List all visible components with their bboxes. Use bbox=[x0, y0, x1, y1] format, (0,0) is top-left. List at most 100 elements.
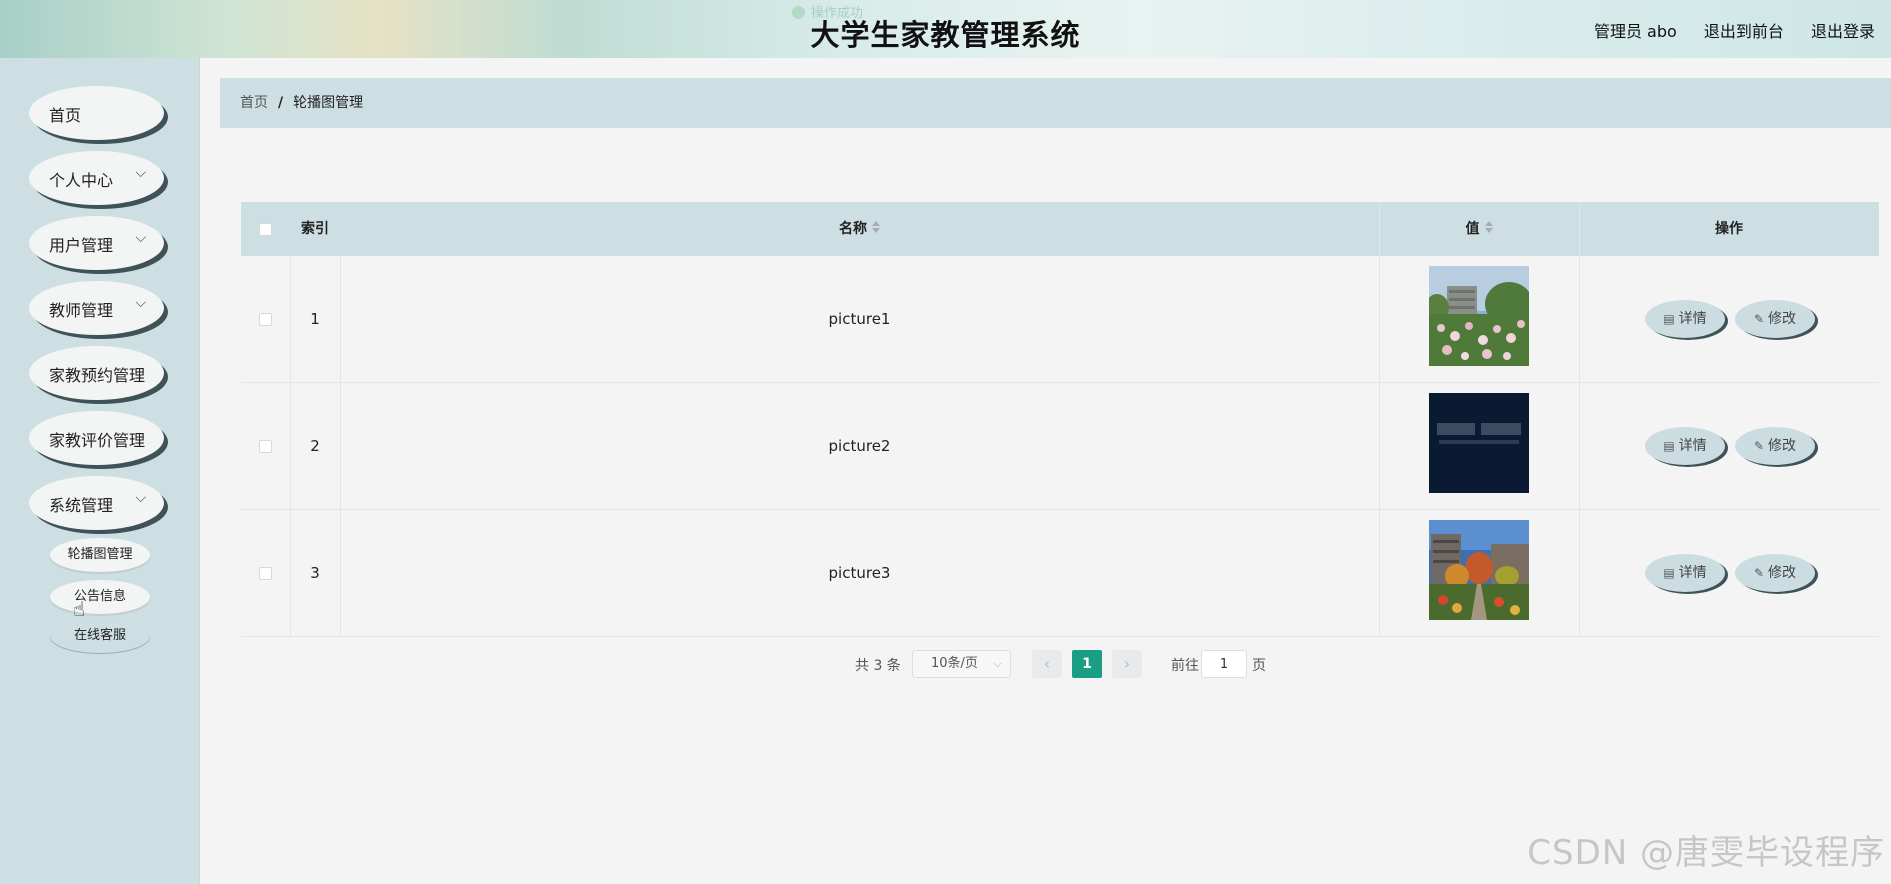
row-actions: ▤ 详情 ✎ 修改 bbox=[1579, 383, 1879, 510]
chevron-down-icon: ⌵ bbox=[135, 165, 146, 181]
row-actions: ▤ 详情 ✎ 修改 bbox=[1579, 510, 1879, 637]
header-value[interactable]: 值 bbox=[1379, 202, 1579, 256]
breadcrumb-current: 轮播图管理 bbox=[293, 95, 364, 111]
breadcrumb-separator: / bbox=[278, 95, 284, 111]
pencil-icon: ✎ bbox=[1753, 312, 1765, 326]
chevron-down-icon: ⌵ bbox=[135, 490, 146, 506]
detail-button[interactable]: ▤ 详情 bbox=[1645, 300, 1725, 338]
row-name: picture3 bbox=[828, 564, 891, 582]
sidebar-item-home[interactable]: 首页 bbox=[29, 86, 164, 140]
sidebar-subitem-carousel[interactable]: 轮播图管理 bbox=[50, 538, 150, 572]
sidebar-item-tutoring-review[interactable]: 家教评价管理 bbox=[29, 411, 164, 465]
row-actions: ▤ 详情 ✎ 修改 bbox=[1579, 256, 1879, 383]
next-page-button[interactable]: › bbox=[1112, 650, 1142, 678]
edit-button-label: 修改 bbox=[1768, 565, 1797, 581]
watermark: CSDN @唐雯毕设程序 bbox=[1527, 833, 1885, 873]
pencil-icon: ✎ bbox=[1753, 439, 1765, 453]
row-value bbox=[1379, 510, 1579, 637]
document-icon: ▤ bbox=[1663, 439, 1675, 453]
table-row: 1 picture1 ▤ 详情 ✎ 修改 bbox=[241, 256, 1879, 383]
header-select-all bbox=[241, 202, 290, 256]
sidebar: 首页 个人中心 ⌵ 用户管理 ⌵ 教师管理 ⌵ 家教预约管理 家教评价管理 系统… bbox=[0, 58, 200, 884]
page-size-select[interactable]: 10条/页 ⌵ bbox=[912, 650, 1011, 678]
sort-icon[interactable] bbox=[1484, 221, 1493, 233]
row-select bbox=[241, 510, 290, 637]
sidebar-subitem-online-service[interactable]: 在线客服 bbox=[50, 619, 150, 653]
detail-button-label: 详情 bbox=[1678, 311, 1707, 327]
row-checkbox[interactable] bbox=[259, 440, 272, 453]
sidebar-item-label: 家教预约管理 bbox=[49, 366, 146, 385]
dark-banner-image bbox=[1429, 393, 1529, 493]
current-user: 管理员 abo bbox=[1593, 22, 1677, 41]
sidebar-item-label: 个人中心 bbox=[49, 171, 114, 190]
sidebar-item-label: 首页 bbox=[49, 106, 82, 125]
pagination-total: 共 3 条 bbox=[855, 658, 901, 674]
sidebar-item-label: 家教评价管理 bbox=[49, 431, 146, 450]
page-size-value: 10条/页 bbox=[931, 656, 978, 671]
current-page-button[interactable]: 1 bbox=[1072, 650, 1102, 678]
row-index: 1 bbox=[310, 310, 320, 328]
sidebar-item-label: 教师管理 bbox=[49, 301, 114, 320]
edit-button[interactable]: ✎ 修改 bbox=[1735, 554, 1815, 592]
row-name: picture2 bbox=[828, 437, 891, 455]
edit-button-label: 修改 bbox=[1768, 311, 1797, 327]
campus-autumn-image bbox=[1429, 520, 1529, 620]
document-icon: ▤ bbox=[1663, 566, 1675, 580]
page-suffix: 页 bbox=[1252, 658, 1266, 674]
sidebar-item-personal-center[interactable]: 个人中心 ⌵ bbox=[29, 151, 164, 205]
table-row: 3 picture3 ▤ 详情 ✎ 修改 bbox=[241, 510, 1879, 637]
pencil-icon: ✎ bbox=[1753, 566, 1765, 580]
header-user-links: 管理员 abo 退出到前台 退出登录 bbox=[1594, 18, 1875, 42]
chevron-down-icon: ⌵ bbox=[135, 295, 146, 311]
detail-button-label: 详情 bbox=[1678, 565, 1707, 581]
edit-button[interactable]: ✎ 修改 bbox=[1735, 427, 1815, 465]
column-divider bbox=[290, 256, 291, 637]
top-header: 操作成功 大学生家教管理系统 管理员 abo 退出到前台 退出登录 bbox=[0, 0, 1891, 58]
row-select bbox=[241, 256, 290, 383]
chevron-down-icon: ⌵ bbox=[135, 230, 146, 246]
table-row: 2 picture2 ▤ 详情 ✎ 修改 bbox=[241, 383, 1879, 510]
edit-button-label: 修改 bbox=[1768, 438, 1797, 454]
sort-icon[interactable] bbox=[872, 221, 880, 233]
document-icon: ▤ bbox=[1663, 312, 1675, 326]
detail-button[interactable]: ▤ 详情 bbox=[1645, 427, 1725, 465]
detail-button-label: 详情 bbox=[1678, 438, 1707, 454]
row-index: 3 bbox=[310, 564, 320, 582]
header-name-label: 名称 bbox=[839, 221, 867, 237]
sidebar-item-label: 用户管理 bbox=[49, 236, 114, 255]
prev-page-button[interactable]: ‹ bbox=[1032, 650, 1062, 678]
row-select bbox=[241, 383, 290, 510]
sidebar-item-label: 系统管理 bbox=[49, 496, 114, 515]
exit-to-front-link[interactable]: 退出到前台 bbox=[1704, 22, 1784, 41]
header-actions: 操作 bbox=[1715, 221, 1743, 237]
header-index: 索引 bbox=[301, 221, 329, 237]
row-value bbox=[1379, 256, 1579, 383]
column-divider bbox=[340, 256, 341, 637]
select-all-checkbox[interactable] bbox=[259, 222, 272, 236]
column-divider bbox=[1579, 202, 1580, 637]
sidebar-item-system-management[interactable]: 系统管理 ⌵ bbox=[29, 476, 164, 530]
breadcrumb-home[interactable]: 首页 bbox=[240, 95, 268, 111]
row-value bbox=[1379, 383, 1579, 510]
row-name: picture1 bbox=[828, 310, 891, 328]
header-name[interactable]: 名称 bbox=[340, 202, 1379, 256]
campus-garden-image bbox=[1429, 266, 1529, 366]
breadcrumb: 首页 / 轮播图管理 bbox=[220, 78, 1891, 128]
row-checkbox[interactable] bbox=[259, 313, 272, 326]
chevron-down-icon: ⌵ bbox=[993, 657, 1002, 670]
logout-link[interactable]: 退出登录 bbox=[1811, 22, 1875, 41]
table-header: 索引 名称 值 操作 bbox=[241, 202, 1879, 256]
sidebar-item-user-management[interactable]: 用户管理 ⌵ bbox=[29, 216, 164, 270]
detail-button[interactable]: ▤ 详情 bbox=[1645, 554, 1725, 592]
hand-cursor-icon: ☝ bbox=[73, 597, 86, 621]
column-divider bbox=[1379, 202, 1380, 637]
sidebar-item-tutoring-booking[interactable]: 家教预约管理 bbox=[29, 346, 164, 400]
sidebar-subitem-announcement[interactable]: 公告信息 bbox=[50, 580, 150, 614]
row-index: 2 bbox=[310, 437, 320, 455]
header-value-label: 值 bbox=[1465, 221, 1480, 237]
goto-label: 前往 bbox=[1171, 658, 1199, 674]
goto-page-input[interactable] bbox=[1201, 650, 1247, 678]
edit-button[interactable]: ✎ 修改 bbox=[1735, 300, 1815, 338]
row-checkbox[interactable] bbox=[259, 567, 272, 580]
sidebar-item-teacher-management[interactable]: 教师管理 ⌵ bbox=[29, 281, 164, 335]
